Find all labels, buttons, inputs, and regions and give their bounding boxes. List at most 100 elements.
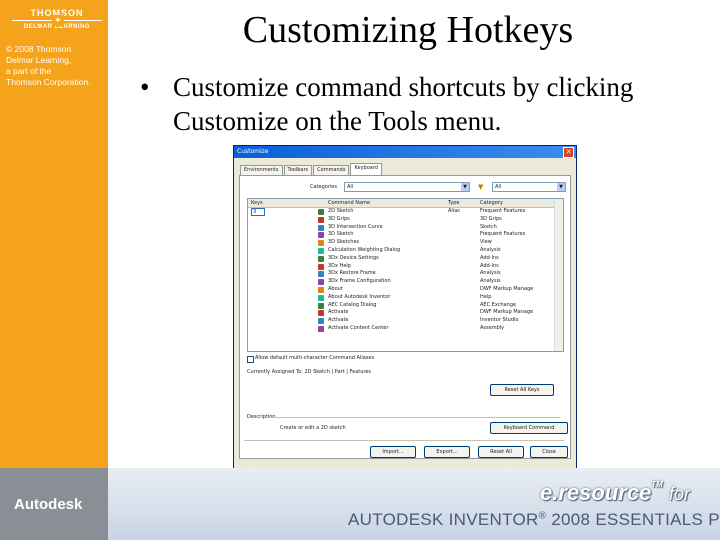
category-select[interactable]: All ▼ xyxy=(344,182,470,192)
table-row[interactable]: About DWF Markup Manage xyxy=(248,286,563,294)
table-row[interactable]: About Autodesk Inventor Help xyxy=(248,294,563,302)
sidebar: THOMSON ✦ DELMAR LEARNING © 2008 Thomson… xyxy=(0,0,108,468)
command-icon xyxy=(318,224,324,231)
command-icon xyxy=(318,240,324,247)
autodesk-logo: Autodesk xyxy=(14,496,83,513)
chevron-down-icon[interactable]: ▼ xyxy=(461,183,469,191)
bullet-text: Customize command shortcuts by clicking … xyxy=(173,72,634,136)
command-name-cell: 3D Intersection Curve xyxy=(328,223,383,230)
category-cell: DWF Markup Manage xyxy=(480,285,534,292)
table-row[interactable]: 3Dx Restore Frame Analysis xyxy=(248,270,563,278)
column-header-type[interactable]: Type xyxy=(448,200,459,206)
footer-left: Autodesk xyxy=(0,468,108,540)
export-button[interactable]: Export... xyxy=(424,446,470,458)
command-name-cell: 3Dx Help xyxy=(328,262,351,269)
copyright-line: a part of the xyxy=(6,66,52,76)
command-icon xyxy=(318,271,324,278)
key-cell[interactable]: 3 xyxy=(251,208,266,216)
command-name-cell: 2D Sketch xyxy=(328,208,354,214)
tab-keyboard[interactable]: Keyboard xyxy=(350,163,382,175)
table-row[interactable]: 3D Intersection Curve Sketch xyxy=(248,224,563,232)
copyright-text: © 2008 Thomson Delmar Learning, a part o… xyxy=(6,44,106,88)
customize-dialog: Customize ✕ Environments Toolbars Comman… xyxy=(233,145,577,469)
bottom-divider xyxy=(244,440,564,441)
table-row[interactable]: 3Dx Help Add-Ins xyxy=(248,263,563,271)
command-name-cell: 3Dx Restore Frame xyxy=(328,270,376,277)
category-cell: Analysis xyxy=(480,270,501,277)
trademark-mark: TM xyxy=(651,480,663,489)
command-name-cell: 3D Sketch xyxy=(328,231,354,238)
category-cell: AEC Exchange xyxy=(480,301,517,308)
category-cell: DWF Markup Manage xyxy=(480,309,534,316)
table-row[interactable]: 3 2D Sketch Alias Frequent Features xyxy=(248,208,563,216)
copyright-line: Delmar Learning, xyxy=(6,55,72,65)
footer-banner: Autodesk e.resourceTM for AUTODESK INVEN… xyxy=(0,468,720,540)
star-icon: ✦ xyxy=(52,15,64,26)
command-name-cell: About Autodesk Inventor xyxy=(328,293,391,300)
filter-icon[interactable]: ▼ xyxy=(478,183,483,191)
bullet-point: • Customize command shortcuts by clickin… xyxy=(140,70,700,138)
table-scrollbar[interactable] xyxy=(554,199,563,351)
close-button[interactable]: Close xyxy=(530,446,568,458)
reset-button[interactable]: Reset All xyxy=(478,446,524,458)
command-icon xyxy=(318,294,324,301)
table-row[interactable]: 3D Sketches View xyxy=(248,239,563,247)
tab-bar: Environments Toolbars Commands Keyboard xyxy=(240,163,383,175)
command-icon xyxy=(318,310,324,317)
command-icon xyxy=(318,263,324,270)
table-row[interactable]: Activate DWF Markup Manage xyxy=(248,309,563,317)
category-cell: Sketch xyxy=(480,223,497,230)
chevron-down-icon[interactable]: ▼ xyxy=(557,183,565,191)
import-button[interactable]: Import... xyxy=(370,446,416,458)
command-icon xyxy=(318,279,324,286)
command-name-cell: Activate xyxy=(328,309,349,316)
product-suffix: 2008 ESSENTIALS PLUS xyxy=(551,510,720,529)
filter-value: All xyxy=(495,184,502,190)
filter-select[interactable]: All ▼ xyxy=(492,182,566,192)
type-cell: Alias xyxy=(448,208,460,214)
tab-toolbars[interactable]: Toolbars xyxy=(283,165,313,175)
reset-all-keys-button[interactable]: Reset All Keys xyxy=(490,384,554,396)
keyboard-command-button[interactable]: Keyboard Command xyxy=(490,422,568,434)
command-name-cell: 3Dx Frame Configuration xyxy=(328,278,391,285)
tab-commands[interactable]: Commands xyxy=(313,165,350,175)
column-header-category[interactable]: Category xyxy=(480,200,503,206)
product-name: AUTODESK INVENTOR® 2008 ESSENTIALS PLUS xyxy=(348,510,720,530)
category-cell: View xyxy=(480,239,492,246)
keyboard-panel: Categories All ▼ ▼ All ▼ Keys Command Na… xyxy=(239,175,571,459)
table-row[interactable]: 3Dx Frame Configuration Analysis xyxy=(248,278,563,286)
table-body: 3 2D Sketch Alias Frequent Features 3D Grips… xyxy=(248,208,563,333)
command-name-cell: Activate xyxy=(328,317,349,324)
table-row[interactable]: 3Dx Device Settings Add-Ins xyxy=(248,255,563,263)
table-row[interactable]: 3D Grips 3D Grips xyxy=(248,216,563,224)
table-row[interactable]: Calculation Weighting Dialog Analysis xyxy=(248,247,563,255)
category-cell: Frequent Features xyxy=(480,208,526,214)
command-name-cell: Calculation Weighting Dialog xyxy=(328,246,401,253)
column-header-command[interactable]: Command Name xyxy=(328,200,370,206)
category-cell: Add-Ins xyxy=(480,262,499,269)
tab-environments[interactable]: Environments xyxy=(240,165,283,175)
description-divider xyxy=(270,417,560,418)
command-name-cell: Activate Content Center xyxy=(328,324,389,331)
shortcut-table: Keys Command Name Type Category 3 2D Sket… xyxy=(247,198,564,352)
product-title: AUTODESK INVENTOR xyxy=(348,510,539,529)
table-row[interactable]: AEC Catalog Dialog AEC Exchange xyxy=(248,302,563,310)
command-icon xyxy=(318,247,324,254)
command-icon xyxy=(318,216,324,223)
table-row[interactable]: Activate Content Center Assembly xyxy=(248,325,563,333)
close-icon[interactable]: ✕ xyxy=(563,147,574,158)
eresource-text: e.resource xyxy=(540,480,652,505)
column-header-keys[interactable]: Keys xyxy=(251,200,263,206)
category-cell: Assembly xyxy=(480,324,505,331)
table-header: Keys Command Name Type Category xyxy=(248,199,563,208)
bullet-icon: • xyxy=(140,72,150,102)
alias-checkbox[interactable] xyxy=(247,356,254,363)
category-cell: Add-Ins xyxy=(480,254,499,261)
dialog-titlebar: Customize ✕ xyxy=(234,146,576,158)
table-row[interactable]: Activate Inventor Studio xyxy=(248,317,563,325)
description-text: Create or edit a 2D sketch xyxy=(280,425,346,431)
command-icon xyxy=(318,255,324,262)
command-icon xyxy=(318,325,324,332)
table-row[interactable]: 3D Sketch Frequent Features xyxy=(248,231,563,239)
copyright-line: © 2008 Thomson xyxy=(6,44,72,54)
